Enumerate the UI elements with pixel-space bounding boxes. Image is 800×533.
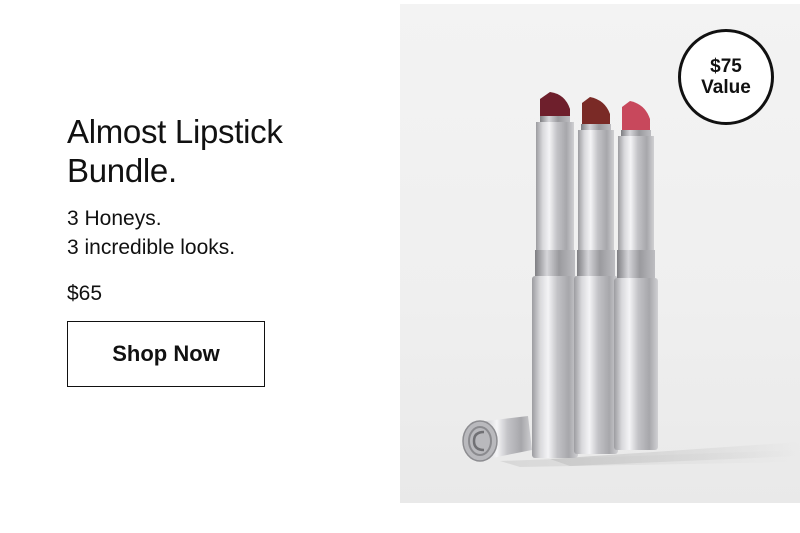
value-badge-label: Value	[701, 77, 751, 98]
value-badge: $75 Value	[678, 29, 774, 125]
promo-subtitle-line-2: 3 incredible looks.	[67, 236, 236, 259]
promo-banner: Almost Lipstick Bundle. 3 Honeys. 3 incr…	[0, 0, 800, 533]
promo-subtitle: 3 Honeys. 3 incredible looks.	[67, 204, 387, 262]
promo-copy: Almost Lipstick Bundle. 3 Honeys. 3 incr…	[67, 112, 387, 307]
lipstick-cap	[462, 416, 532, 462]
lipstick-3	[614, 101, 658, 450]
promo-subtitle-line-1: 3 Honeys.	[67, 207, 162, 230]
promo-title-line-1: Almost Lipstick	[67, 113, 283, 150]
promo-price: $65	[67, 282, 103, 305]
lipstick-1	[532, 92, 578, 458]
promo-title: Almost Lipstick Bundle.	[67, 112, 387, 190]
shop-now-button[interactable]: Shop Now	[67, 321, 265, 387]
value-badge-amount: $75	[710, 56, 742, 77]
lipstick-2	[574, 97, 618, 454]
promo-title-line-2: Bundle.	[67, 152, 177, 189]
